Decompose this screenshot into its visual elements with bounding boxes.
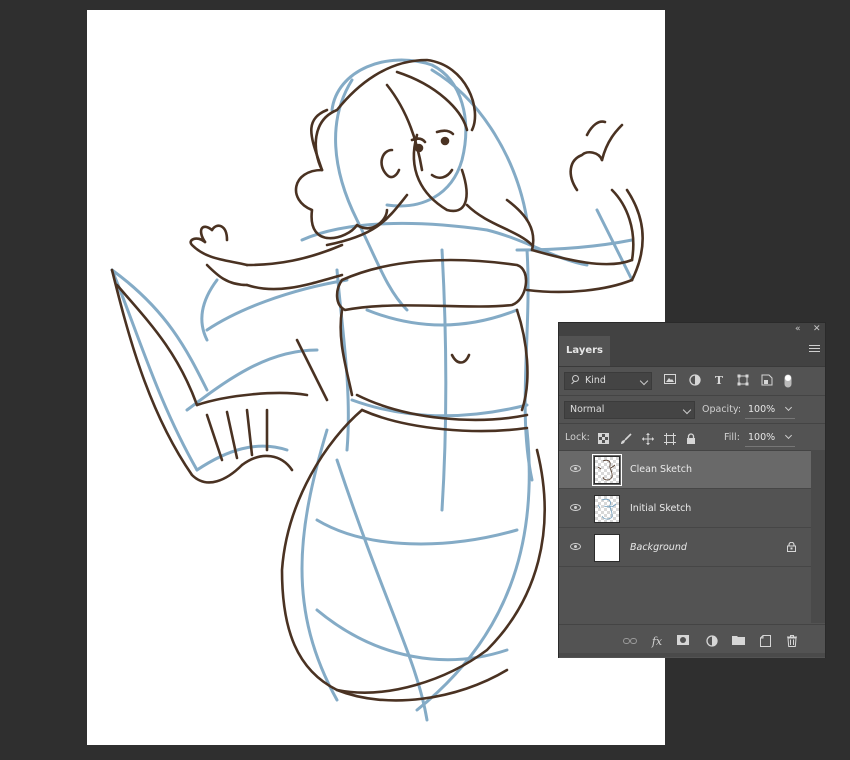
opacity-chevron-icon[interactable] [784,403,793,412]
search-icon [570,375,579,383]
new-group-icon[interactable] [731,635,745,648]
new-adjustment-layer-icon[interactable] [705,635,719,648]
fx-icon[interactable]: fx [650,635,664,648]
layer-row-initial-sketch[interactable]: Initial Sketch [559,490,811,528]
type-filter-icon[interactable]: T [712,374,726,388]
blend-mode-value: Normal [570,404,605,415]
filter-kind-label: Kind [585,375,606,386]
layer-thumbnail [594,534,620,562]
link-layers-icon[interactable] [623,635,637,648]
layers-panel: « ✕ Layers Kind T Normal Opacity: 100% L… [558,322,826,658]
lock-icon[interactable] [787,541,796,552]
layer-row-clean-sketch[interactable]: Clean Sketch [559,451,811,489]
panel-tab-row: Layers [559,336,825,367]
lock-all-icon[interactable] [686,433,698,445]
tab-layers[interactable]: Layers [559,336,610,366]
layer-thumbnail [592,454,622,486]
blend-mode-select[interactable]: Normal [564,401,695,419]
eye-icon[interactable] [570,543,581,550]
smart-object-filter-icon[interactable] [760,374,774,388]
lock-artboard-icon[interactable] [664,433,676,445]
panel-title-bar[interactable]: « ✕ [559,323,825,336]
trash-icon[interactable] [785,635,799,648]
shape-filter-icon[interactable] [736,374,750,388]
lock-row: Lock: Fill: 100% [559,424,825,451]
lock-transparent-pixels-icon[interactable] [598,433,610,445]
add-mask-icon[interactable] [676,635,690,648]
image-filter-icon[interactable] [663,374,677,388]
collapse-double-chevron-icon[interactable]: « [795,323,801,336]
eye-icon[interactable] [570,504,581,511]
filter-toggle-icon[interactable] [781,374,795,388]
fill-label: Fill: [724,432,740,443]
lock-position-icon[interactable] [642,433,654,445]
layers-scrollbar[interactable] [811,450,825,623]
filter-kind-select[interactable]: Kind [564,372,652,390]
filter-row: Kind T [559,367,825,395]
close-icon[interactable]: ✕ [813,323,821,336]
chevron-down-icon [639,376,649,386]
adjustment-filter-icon[interactable] [688,374,702,388]
lock-image-pixels-icon[interactable] [620,433,632,445]
blend-row: Normal Opacity: 100% [559,396,825,423]
opacity-input[interactable]: 100% [748,404,775,415]
layer-row-background[interactable]: Background [559,529,811,567]
opacity-label: Opacity: [702,404,742,415]
layer-name[interactable]: Background [630,542,687,553]
panel-menu-icon[interactable] [809,345,820,354]
layer-name[interactable]: Clean Sketch [630,464,692,475]
lock-label: Lock: [565,432,590,443]
eye-icon[interactable] [570,465,581,472]
fill-chevron-icon[interactable] [784,431,793,440]
chevron-down-icon [682,405,692,415]
panel-resize-grip[interactable] [559,653,825,657]
fill-input[interactable]: 100% [748,432,775,443]
new-layer-icon[interactable] [758,635,772,648]
layer-thumbnail [594,495,620,523]
layer-name[interactable]: Initial Sketch [630,503,691,514]
